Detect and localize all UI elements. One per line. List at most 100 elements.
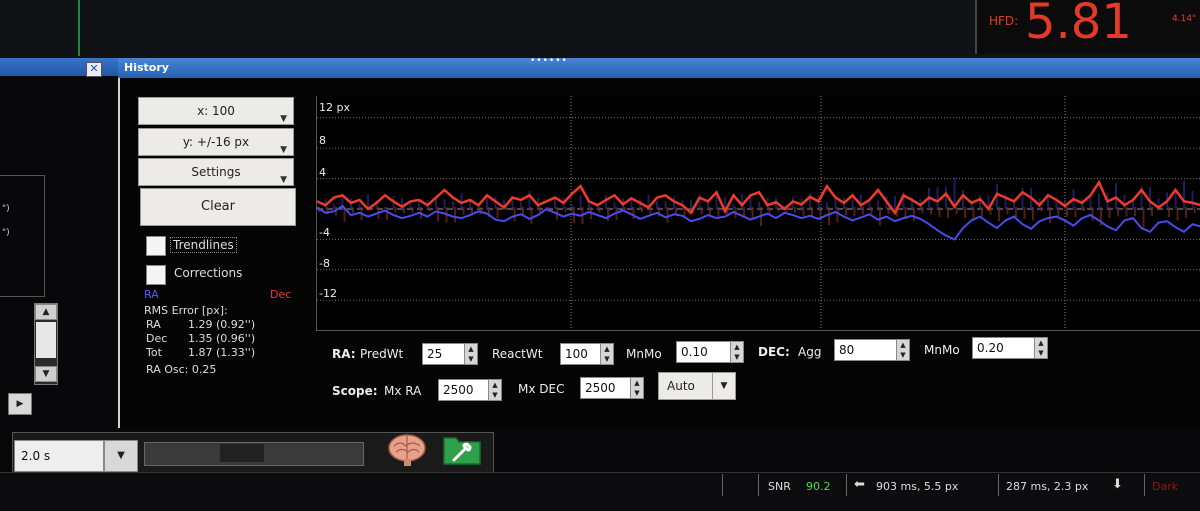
corrections-checkbox[interactable] (146, 265, 166, 285)
chevron-down-icon[interactable]: ▼ (104, 440, 138, 472)
ra-mnmo-spinner[interactable]: 0.10 ▲ ▼ (676, 341, 744, 363)
y-range-label: y: +/-16 px (182, 135, 250, 149)
ra-correction-bar (384, 206, 386, 209)
dec-correction-bar (1040, 207, 1043, 212)
dec-correction-bar (1125, 207, 1128, 217)
react-wt-spinner[interactable]: 100 ▲ ▼ (560, 343, 614, 365)
ra-correction-bar (358, 204, 361, 209)
y-range-select[interactable]: y: +/-16 px ▼ (138, 128, 294, 156)
scrollbar-thumb[interactable] (36, 322, 56, 358)
dec-mnmo-label: MnMo (924, 343, 960, 357)
dec-correction-bar (1151, 207, 1153, 216)
ra-correction-bar (571, 204, 573, 209)
dec-correction-bar (802, 207, 805, 216)
spinner-arrows-icon[interactable]: ▲ ▼ (464, 344, 477, 364)
scroll-right-icon[interactable]: ▶ (8, 393, 32, 415)
dec-correction-bar (955, 207, 958, 215)
dec-correction-bar (632, 207, 635, 219)
dec-correction-bar (1193, 207, 1196, 213)
mx-ra-spinner[interactable]: 2500 ▲ ▼ (438, 379, 502, 401)
ra-correction-bar (1149, 187, 1151, 209)
spinner-arrows-icon[interactable]: ▲ ▼ (630, 378, 643, 398)
dec-correction-bar (913, 207, 915, 221)
dec-correction-bar (1117, 207, 1119, 217)
left-scrollbar[interactable]: ▲ ▼ (34, 303, 58, 385)
arrow-down-icon: ⬇ (1112, 477, 1123, 492)
snr-label: SNR (768, 480, 791, 493)
status-separator (1144, 474, 1145, 496)
ra-correction-bar (868, 200, 871, 209)
spinner-arrows-icon[interactable]: ▲ ▼ (1034, 338, 1047, 358)
mx-ra-label: Mx RA (384, 384, 422, 398)
dec-correction-bar (386, 207, 388, 220)
exposure-select[interactable]: 2.0 s (14, 440, 104, 472)
x-range-label: x: 100 (197, 104, 235, 118)
auto-label: Auto (667, 379, 695, 393)
dec-correction-bar (1142, 207, 1145, 228)
ra-correction-bar (452, 201, 454, 209)
scroll-up-icon[interactable]: ▲ (35, 304, 57, 320)
hfd-extra: 4.14" (1172, 14, 1197, 24)
rms-tot-value: 1.87 (1.33'') (188, 346, 256, 359)
auto-select[interactable]: Auto ▼ (658, 372, 736, 400)
spinner-arrows-icon[interactable]: ▲ ▼ (730, 342, 743, 362)
spinner-arrows-icon[interactable]: ▲ ▼ (600, 344, 613, 364)
dec-correction-bar (598, 207, 601, 213)
ra-correction-bar (1115, 183, 1117, 209)
dec-correction-bar (564, 207, 567, 212)
spinner-arrows-icon[interactable]: ▲ ▼ (896, 340, 909, 360)
dark-indicator: Dark (1152, 480, 1179, 493)
dec-correction-bar (462, 207, 465, 215)
pred-wt-spinner[interactable]: 25 ▲ ▼ (422, 343, 478, 365)
ra-correction-bar (945, 187, 947, 209)
dec-agg-label: Agg (798, 345, 822, 359)
pred-wt-label: PredWt (360, 347, 404, 361)
status-separator (846, 474, 847, 496)
dec-correction-bar (1032, 207, 1034, 221)
ra-correction-bar (486, 197, 488, 209)
dec-correction-bar (700, 207, 703, 215)
arrow-left-icon: ⬅ (854, 477, 865, 492)
pred-wt-value: 25 (427, 347, 443, 361)
y-tick: 12 px (319, 101, 350, 114)
scroll-down-icon[interactable]: ▼ (35, 366, 57, 382)
wrench-folder-icon[interactable] (442, 432, 482, 466)
rms-dec-value: 1.35 (0.96'') (188, 332, 256, 345)
close-icon[interactable]: ✕ (86, 62, 102, 77)
clear-button[interactable]: Clear (140, 188, 296, 226)
green-divider (78, 0, 80, 56)
dec-correction-bar (394, 207, 397, 212)
dec-correction-bar (947, 207, 949, 218)
ra-correction-bar (1183, 181, 1185, 209)
ra-correction-bar (1098, 194, 1100, 209)
drag-handle-icon[interactable]: •••••• (530, 56, 568, 66)
hfd-panel: HFD: 5.81 4.14" (975, 0, 1200, 54)
react-wt-label: ReactWt (492, 347, 543, 361)
ra-correction-bar (333, 204, 335, 209)
settings-select[interactable]: Settings ▼ (138, 158, 294, 186)
mx-dec-label: Mx DEC (518, 382, 565, 396)
left-list-box: ") ") (0, 175, 45, 297)
ra-correction-bar (528, 191, 531, 209)
trendlines-checkbox[interactable] (146, 236, 166, 256)
dec-correction-bar (853, 207, 856, 216)
rms-dec-name: Dec (146, 332, 168, 345)
mx-dec-spinner[interactable]: 2500 ▲ ▼ (580, 377, 644, 399)
ra-correction-bar (656, 201, 658, 209)
ra-correction-bar (732, 204, 735, 209)
dec-correction-bar (879, 207, 881, 226)
ra-correction-bar (520, 201, 522, 209)
dec-correction-bar (428, 207, 431, 212)
rms-title: RMS Error [px]: (144, 304, 228, 317)
dec-agg-spinner[interactable]: 80 ▲ ▼ (834, 339, 910, 361)
dec-correction-bar (1006, 207, 1009, 215)
dec-correction-bar (666, 207, 669, 223)
spinner-arrows-icon[interactable]: ▲ ▼ (488, 380, 501, 400)
ra-correction-bar (460, 192, 463, 209)
brain-icon[interactable] (386, 432, 428, 468)
dec-mnmo-spinner[interactable]: 0.20 ▲ ▼ (972, 337, 1048, 359)
history-titlebar[interactable]: History (118, 58, 1200, 78)
dec-correction-bar (930, 207, 932, 215)
x-range-select[interactable]: x: 100 ▼ (138, 97, 294, 125)
ra-mnmo-label: MnMo (626, 347, 662, 361)
